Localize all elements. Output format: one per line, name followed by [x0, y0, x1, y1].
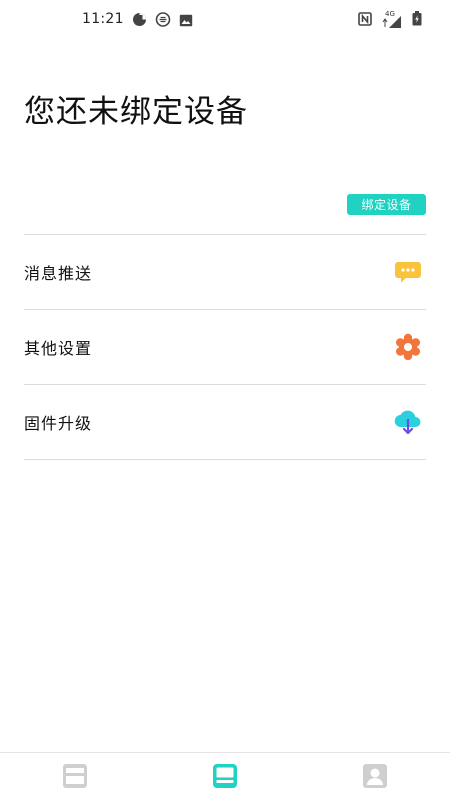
data-saver-icon [132, 12, 147, 31]
menu-item-label: 固件升级 [24, 414, 93, 433]
message-icon [393, 257, 423, 287]
status-right-icons: 4G [358, 9, 422, 30]
menu-item-label: 其他设置 [24, 339, 93, 358]
menu-item-firmware-upgrade[interactable]: 固件升级 [24, 384, 426, 459]
menu-item-label: 消息推送 [24, 264, 93, 283]
dashboard-icon [62, 763, 88, 793]
signal-icon: 4G [381, 9, 403, 29]
image-icon [179, 12, 193, 31]
device-icon [212, 763, 238, 793]
settings-menu: 消息推送 其他设置 固件升级 [24, 234, 426, 460]
network-type: 4G [385, 9, 395, 18]
status-left-icons [132, 12, 193, 31]
screen-record-icon [155, 12, 171, 31]
status-bar: 11:21 4G [0, 0, 450, 40]
tab-dashboard[interactable] [61, 764, 89, 792]
tab-device[interactable] [211, 764, 239, 792]
bottom-nav [0, 752, 450, 800]
menu-item-message-push[interactable]: 消息推送 [24, 234, 426, 309]
menu-divider [24, 459, 426, 460]
tab-profile[interactable] [361, 764, 389, 792]
page-title: 您还未绑定设备 [24, 94, 248, 130]
battery-charging-icon [412, 11, 422, 30]
status-time: 11:21 [82, 11, 124, 27]
gear-icon [393, 332, 423, 362]
nfc-icon [358, 11, 372, 30]
menu-item-other-settings[interactable]: 其他设置 [24, 309, 426, 384]
profile-icon [362, 763, 388, 793]
cloud-download-icon [393, 407, 423, 437]
bind-device-button[interactable]: 绑定设备 [347, 194, 426, 215]
